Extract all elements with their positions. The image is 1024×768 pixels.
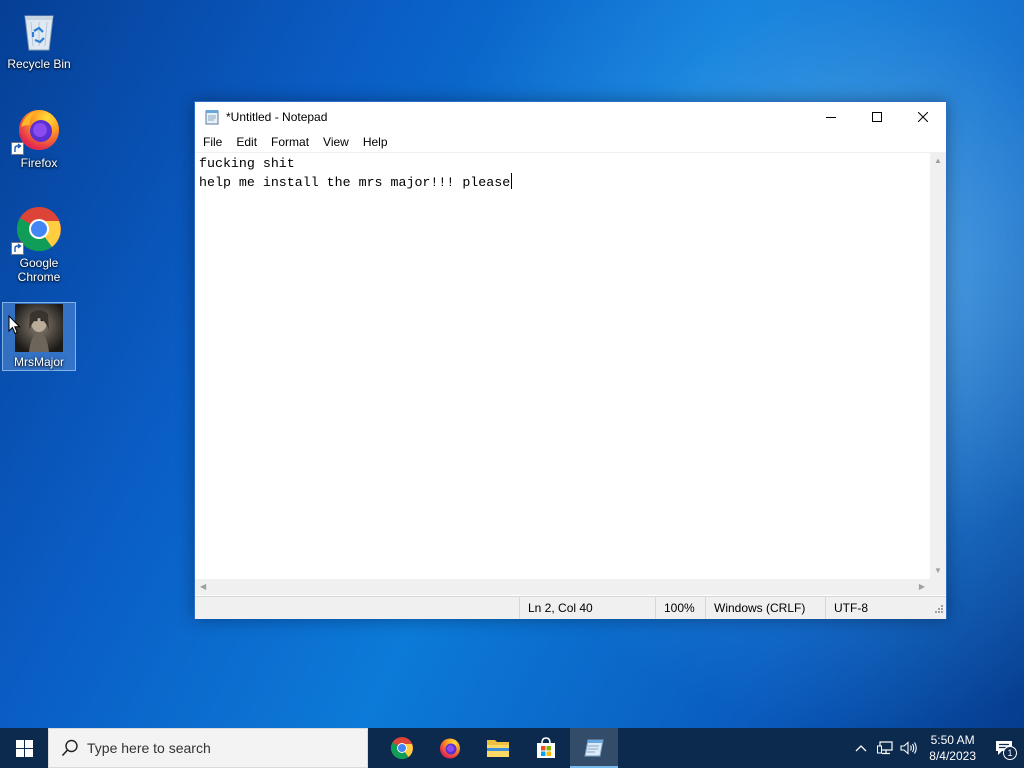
notification-count-badge: 1 xyxy=(1003,746,1017,760)
scroll-left-icon[interactable]: ◀ xyxy=(200,583,206,591)
text-line-with-caret: help me install the mrs major!!! please xyxy=(199,173,927,192)
clock[interactable]: 5:50 AM 8/4/2023 xyxy=(921,732,984,764)
minimize-icon xyxy=(826,117,836,118)
title-bar[interactable]: *Untitled - Notepad xyxy=(195,102,946,132)
menu-bar: File Edit Format View Help xyxy=(195,132,946,152)
microsoft-store-icon xyxy=(537,737,555,758)
scroll-right-icon[interactable]: ▶ xyxy=(919,583,925,591)
chrome-icon xyxy=(11,205,63,255)
text-line: fucking shit xyxy=(199,156,295,171)
close-icon xyxy=(918,112,928,122)
desktop-icon-firefox[interactable]: Firefox xyxy=(2,105,76,170)
vertical-scrollbar[interactable]: ▲ ▼ xyxy=(930,152,946,579)
clock-date: 8/4/2023 xyxy=(929,749,976,763)
taskbar-file-explorer[interactable] xyxy=(474,728,522,768)
windows-logo-icon xyxy=(15,739,33,757)
taskbar-firefox[interactable] xyxy=(426,728,474,768)
maximize-button[interactable] xyxy=(854,102,900,132)
horizontal-scrollbar[interactable]: ◀ ▶ xyxy=(195,579,931,595)
notepad-window[interactable]: *Untitled - Notepad File Edit Format Vie… xyxy=(194,101,947,619)
scroll-down-icon[interactable]: ▼ xyxy=(934,567,942,575)
system-tray: 5:50 AM 8/4/2023 1 xyxy=(849,728,1024,768)
scroll-up-icon[interactable]: ▲ xyxy=(934,157,942,165)
text-caret xyxy=(511,173,513,189)
network-icon[interactable] xyxy=(873,728,897,768)
taskbar-notepad[interactable] xyxy=(570,728,618,768)
text-line: help me install the mrs major!!! please xyxy=(199,175,511,190)
close-button[interactable] xyxy=(900,102,946,132)
status-encoding: UTF-8 xyxy=(825,597,935,619)
status-position: Ln 2, Col 40 xyxy=(519,597,655,619)
menu-view[interactable]: View xyxy=(316,132,356,152)
menu-file[interactable]: File xyxy=(196,132,229,152)
menu-edit[interactable]: Edit xyxy=(229,132,264,152)
desktop-icon-label: Firefox xyxy=(20,156,58,170)
desktop-icon-label: MrsMajor xyxy=(14,355,64,369)
mrsmajor-image-icon xyxy=(15,304,63,352)
taskbar: Type here to search 5:50 AM 8/4/2023 1 xyxy=(0,728,1024,768)
search-icon xyxy=(61,739,79,757)
minimize-button[interactable] xyxy=(808,102,854,132)
scrollbar-corner xyxy=(930,579,946,595)
window-title: *Untitled - Notepad xyxy=(226,110,328,124)
desktop-icon-label: Recycle Bin xyxy=(7,57,71,71)
recycle-bin-icon xyxy=(15,6,63,54)
maximize-icon xyxy=(872,112,882,122)
firefox-icon xyxy=(11,105,63,155)
search-placeholder: Type here to search xyxy=(87,740,211,756)
resize-grip-icon[interactable] xyxy=(934,603,944,617)
status-bar: Ln 2, Col 40 100% Windows (CRLF) UTF-8 xyxy=(195,596,946,619)
shortcut-arrow-icon xyxy=(11,142,24,155)
notepad-icon xyxy=(204,109,220,125)
show-hidden-icons-chevron-icon[interactable] xyxy=(849,728,873,768)
status-spacer xyxy=(195,597,519,619)
shortcut-arrow-icon xyxy=(11,242,24,255)
notepad-icon xyxy=(584,739,604,757)
text-editor[interactable]: fucking shit help me install the mrs majo… xyxy=(195,152,931,579)
taskbar-microsoft-store[interactable] xyxy=(522,728,570,768)
taskbar-search-box[interactable]: Type here to search xyxy=(48,728,368,768)
desktop-icon-label: Google Chrome xyxy=(17,256,61,284)
volume-icon[interactable] xyxy=(897,728,921,768)
start-button[interactable] xyxy=(0,728,48,768)
firefox-icon xyxy=(440,738,460,759)
status-line-ending: Windows (CRLF) xyxy=(705,597,825,619)
clock-time: 5:50 AM xyxy=(930,733,975,747)
menu-format[interactable]: Format xyxy=(264,132,316,152)
menu-help[interactable]: Help xyxy=(356,132,395,152)
file-explorer-icon xyxy=(487,740,509,757)
taskbar-chrome[interactable] xyxy=(378,728,426,768)
status-zoom: 100% xyxy=(655,597,705,619)
desktop-icon-recycle-bin[interactable]: Recycle Bin xyxy=(2,6,76,71)
desktop-icon-google-chrome[interactable]: Google Chrome xyxy=(2,205,76,284)
action-center-button[interactable]: 1 xyxy=(984,728,1024,768)
mouse-cursor-icon xyxy=(8,314,21,340)
chrome-icon xyxy=(391,737,413,760)
